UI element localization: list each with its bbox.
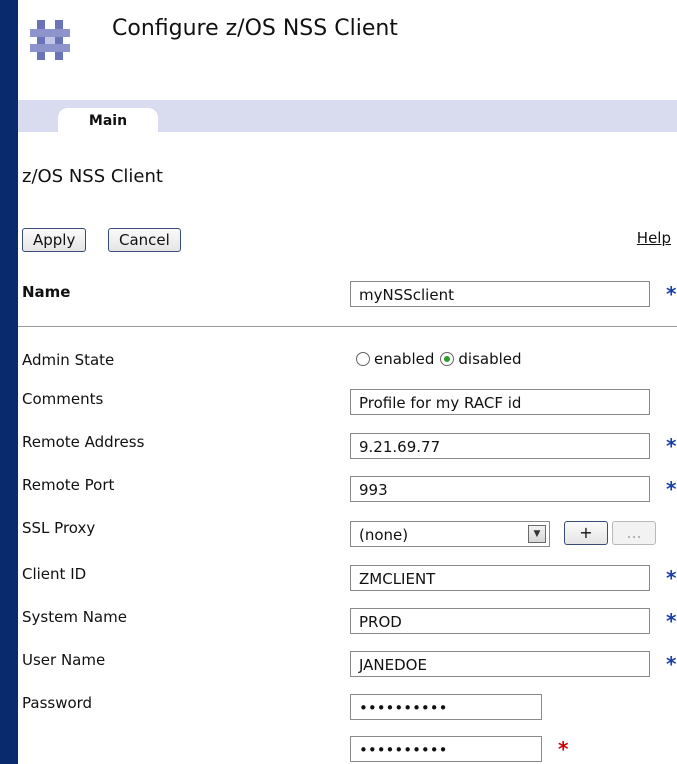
name-label: Name bbox=[22, 283, 71, 301]
remote-address-required-marker: * bbox=[666, 434, 677, 458]
tab-bar: Main bbox=[18, 100, 677, 132]
password-label: Password bbox=[22, 694, 93, 712]
remote-port-label: Remote Port bbox=[22, 476, 115, 494]
comments-label: Comments bbox=[22, 390, 104, 408]
client-id-required-marker: * bbox=[666, 566, 677, 590]
disabled-radio-label: disabled bbox=[458, 350, 522, 368]
enabled-radio[interactable] bbox=[356, 352, 370, 366]
page-title: Configure z/OS NSS Client bbox=[112, 16, 398, 41]
tab-main[interactable]: Main bbox=[58, 108, 158, 132]
comments-input[interactable]: Profile for my RACF id bbox=[350, 389, 650, 415]
divider bbox=[18, 326, 677, 327]
configure-logo-icon bbox=[30, 20, 70, 60]
page-header: Configure z/OS NSS Client bbox=[18, 0, 677, 100]
name-input[interactable]: myNSSclient bbox=[350, 281, 650, 307]
remote-address-input[interactable]: 9.21.69.77 bbox=[350, 433, 650, 459]
remote-port-required-marker: * bbox=[666, 477, 677, 501]
confirm-password-required-marker: * bbox=[558, 737, 569, 761]
apply-button[interactable]: Apply bbox=[22, 228, 87, 252]
system-name-input[interactable]: PROD bbox=[350, 608, 650, 634]
user-name-input[interactable]: JANEDOE bbox=[350, 651, 650, 677]
cancel-button[interactable]: Cancel bbox=[108, 228, 181, 252]
disabled-radio[interactable] bbox=[440, 352, 455, 366]
configure-panel: Configure z/OS NSS Client Main z/OS NSS … bbox=[18, 0, 677, 764]
admin-state-label: Admin State bbox=[22, 351, 115, 369]
password-input[interactable]: •••••••••• bbox=[350, 694, 542, 720]
system-name-required-marker: * bbox=[666, 609, 677, 633]
user-name-required-marker: * bbox=[666, 652, 677, 676]
remote-address-label: Remote Address bbox=[22, 433, 145, 451]
add-ssl-proxy-button[interactable]: + bbox=[564, 521, 608, 545]
remote-port-input[interactable]: 993 bbox=[350, 476, 650, 502]
ssl-proxy-selected-value: (none) bbox=[359, 526, 409, 544]
confirm-password-input[interactable]: •••••••••• bbox=[350, 736, 542, 762]
system-name-label: System Name bbox=[22, 608, 127, 626]
user-name-label: User Name bbox=[22, 651, 106, 669]
admin-state-radio-group: enabled disabled bbox=[356, 350, 522, 368]
name-required-marker: * bbox=[666, 282, 677, 306]
chevron-down-icon[interactable]: ▼ bbox=[528, 525, 546, 543]
tab-main-label: Main bbox=[88, 113, 128, 129]
ssl-proxy-label: SSL Proxy bbox=[22, 519, 96, 537]
ssl-proxy-select[interactable]: (none) ▼ bbox=[350, 521, 550, 547]
enabled-radio-label: enabled bbox=[374, 350, 435, 368]
client-id-label: Client ID bbox=[22, 565, 87, 583]
section-title: z/OS NSS Client bbox=[22, 166, 163, 187]
edit-ssl-proxy-button[interactable]: ... bbox=[612, 521, 656, 545]
help-link[interactable]: Help bbox=[637, 229, 671, 247]
client-id-input[interactable]: ZMCLIENT bbox=[350, 565, 650, 591]
